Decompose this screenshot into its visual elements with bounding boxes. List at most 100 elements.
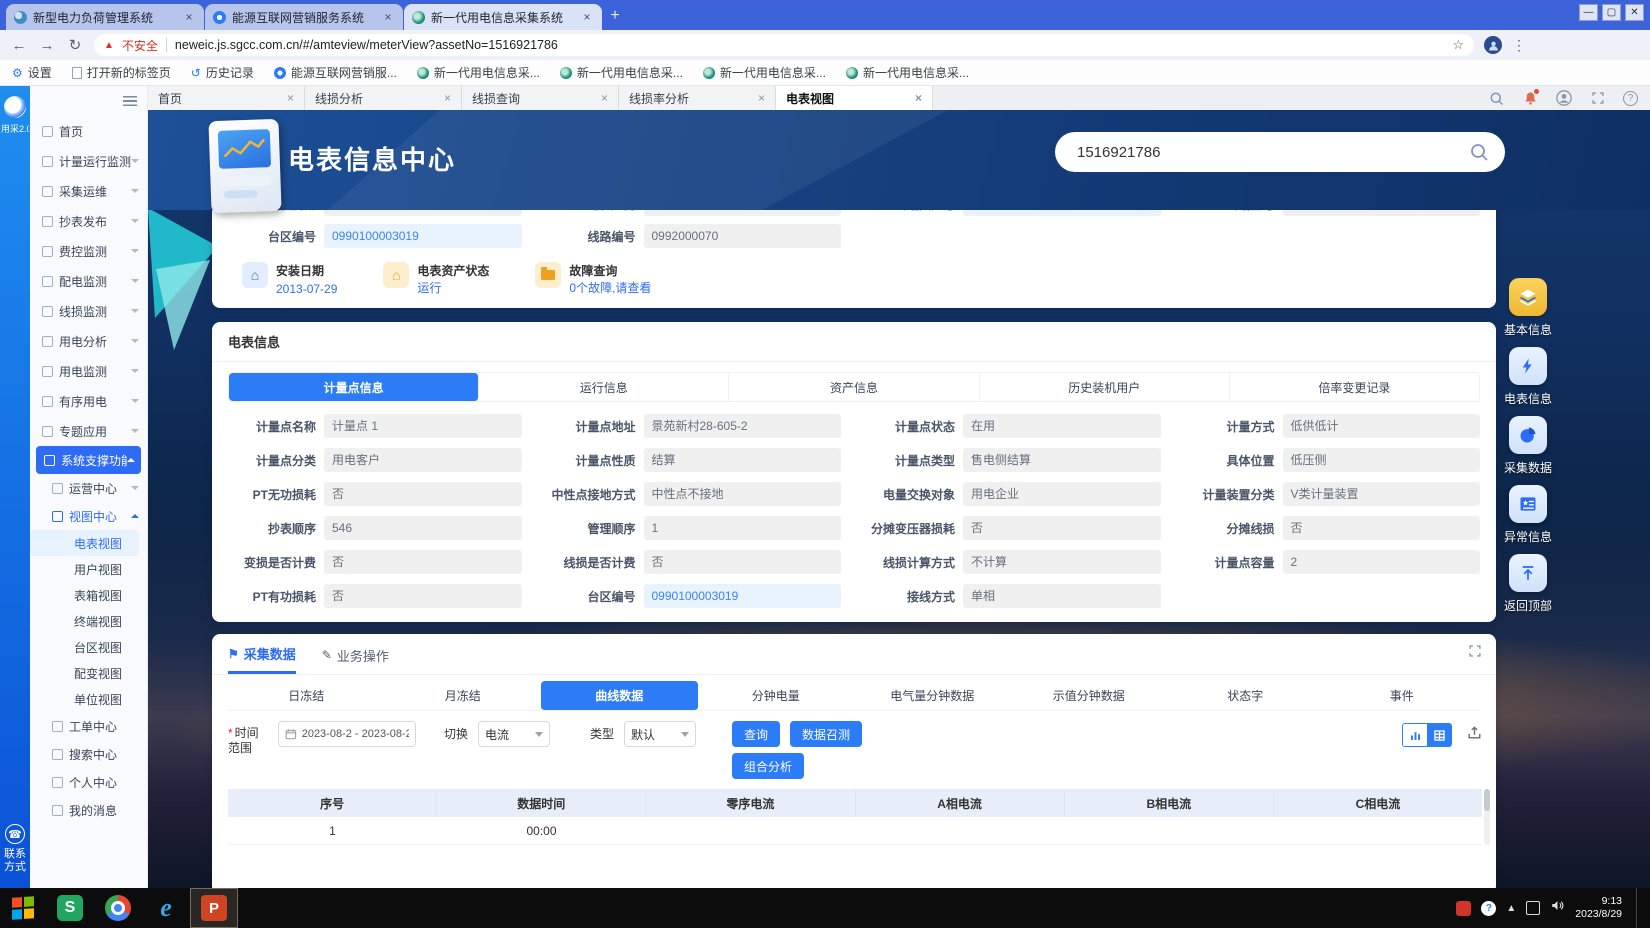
search-icon[interactable] bbox=[1469, 142, 1489, 162]
forward-icon[interactable]: → bbox=[38, 37, 56, 54]
dock-back-to-top-button[interactable] bbox=[1509, 554, 1547, 592]
sidebar-item-search-center[interactable]: 搜索中心 bbox=[30, 740, 147, 768]
type-select[interactable]: 默认 bbox=[624, 721, 696, 747]
bookmark-collect-4[interactable]: 新一代用电信息采... bbox=[846, 64, 969, 81]
date-range-input[interactable]: 2023-08-2 - 2023-08-2 bbox=[278, 721, 416, 747]
query-button[interactable]: 查询 bbox=[732, 721, 780, 747]
search-icon[interactable] bbox=[1487, 89, 1505, 107]
sidebar-item-box-view[interactable]: 表箱视图 bbox=[30, 582, 147, 608]
sidebar-item-meter-view[interactable]: 电表视图 bbox=[30, 530, 139, 556]
workspace-tab-lineloss-rate[interactable]: 线损率分析× bbox=[619, 86, 776, 110]
bell-icon[interactable] bbox=[1521, 89, 1539, 107]
dock-abnormal-info-button[interactable] bbox=[1509, 485, 1547, 523]
close-icon[interactable]: × bbox=[287, 91, 294, 105]
tab-business-ops[interactable]: ✎业务操作 bbox=[322, 646, 389, 673]
sidebar-item-special-apps[interactable]: 专题应用 bbox=[30, 416, 147, 446]
workspace-tab-meter-view[interactable]: 电表视图× bbox=[776, 86, 933, 110]
minimize-button[interactable]: — bbox=[1579, 4, 1598, 21]
sidebar-item-operation-center[interactable]: 运营中心 bbox=[30, 474, 147, 502]
close-icon[interactable]: × bbox=[601, 91, 608, 105]
chart-view-button[interactable] bbox=[1403, 724, 1427, 746]
sidebar-item-usage-analysis[interactable]: 用电分析 bbox=[30, 326, 147, 356]
expand-icon[interactable] bbox=[1468, 644, 1482, 658]
profile-avatar[interactable] bbox=[1484, 36, 1502, 54]
tab-metering-point[interactable]: 计量点信息 bbox=[229, 373, 479, 401]
tab-history-users[interactable]: 历史装机用户 bbox=[980, 373, 1230, 401]
taskbar-ie[interactable]: e bbox=[142, 888, 190, 928]
bookmark-collect-1[interactable]: 新一代用电信息采... bbox=[417, 64, 540, 81]
chip-value[interactable]: 运行 bbox=[417, 279, 489, 296]
chip-value[interactable]: 0个故障,请查看 bbox=[569, 279, 651, 296]
bookmark-newtab[interactable]: 打开新的标签页 bbox=[72, 64, 171, 81]
show-desktop-button[interactable] bbox=[1636, 888, 1642, 928]
close-icon[interactable]: × bbox=[182, 10, 196, 24]
maximize-button[interactable]: ▢ bbox=[1602, 4, 1621, 21]
browser-menu-icon[interactable]: ⋮ bbox=[1512, 37, 1526, 54]
close-icon[interactable]: × bbox=[444, 91, 451, 105]
subtab-status-word[interactable]: 状态字 bbox=[1167, 681, 1324, 711]
bookmark-collect-3[interactable]: 新一代用电信息采... bbox=[703, 64, 826, 81]
subtab-monthly-freeze[interactable]: 月冻结 bbox=[385, 681, 542, 711]
sidebar-item-collect-ops[interactable]: 采集运维 bbox=[30, 176, 147, 206]
bookmark-marketing[interactable]: 能源互联网营销服... bbox=[274, 64, 397, 81]
refresh-icon[interactable]: ↻ bbox=[66, 36, 84, 54]
tray-ime-icon[interactable] bbox=[1526, 901, 1540, 915]
close-icon[interactable]: × bbox=[580, 10, 594, 24]
taskbar-powerpoint-active[interactable]: P bbox=[190, 888, 238, 928]
tray-help-icon[interactable]: ? bbox=[1481, 901, 1496, 916]
sidebar-item-fee-monitor[interactable]: 费控监测 bbox=[30, 236, 147, 266]
subtab-events[interactable]: 事件 bbox=[1324, 681, 1481, 711]
close-icon[interactable]: × bbox=[758, 91, 765, 105]
tray-app-icon[interactable] bbox=[1456, 901, 1471, 916]
close-icon[interactable]: × bbox=[381, 10, 395, 24]
workspace-tab-lineloss-query[interactable]: 线损查询× bbox=[462, 86, 619, 110]
workspace-tab-home[interactable]: 首页× bbox=[148, 86, 305, 110]
start-button[interactable] bbox=[0, 888, 46, 928]
sidebar-item-unit-view[interactable]: 单位视图 bbox=[30, 686, 147, 712]
sidebar-item-usage-monitor[interactable]: 用电监测 bbox=[30, 356, 147, 386]
tab-running-info[interactable]: 运行信息 bbox=[479, 373, 729, 401]
sidebar-item-distribution-monitor[interactable]: 配电监测 bbox=[30, 266, 147, 296]
chip-value[interactable]: 2013-07-29 bbox=[276, 282, 337, 296]
sidebar-item-terminal-view[interactable]: 终端视图 bbox=[30, 608, 147, 634]
sidebar-item-view-center[interactable]: 视图中心 bbox=[30, 502, 147, 530]
bookmark-settings[interactable]: ⚙ 设置 bbox=[12, 64, 52, 81]
bookmark-collect-2[interactable]: 新一代用电信息采... bbox=[560, 64, 683, 81]
scrollbar-thumb[interactable] bbox=[1484, 789, 1490, 811]
sidebar-item-my-messages[interactable]: 我的消息 bbox=[30, 796, 147, 824]
sidebar-item-transformer-view[interactable]: 配变视图 bbox=[30, 660, 147, 686]
dock-basic-info-button[interactable] bbox=[1509, 278, 1547, 316]
tab-ratio-changes[interactable]: 倍率变更记录 bbox=[1230, 373, 1479, 401]
table-view-button[interactable] bbox=[1427, 724, 1451, 746]
subtab-reading-minute[interactable]: 示值分钟数据 bbox=[1011, 681, 1168, 711]
url-field[interactable]: ▲ 不安全 neweic.js.sgcc.com.cn/#/amteview/m… bbox=[94, 34, 1474, 56]
switch-select[interactable]: 电流 bbox=[478, 721, 550, 747]
taskbar-clock[interactable]: 9:13 2023/8/29 bbox=[1575, 895, 1622, 921]
taskbar-chrome[interactable] bbox=[94, 888, 142, 928]
bookmark-star-icon[interactable]: ☆ bbox=[1452, 37, 1464, 53]
bookmark-history[interactable]: ↺ 历史记录 bbox=[191, 64, 254, 81]
workspace-tab-lineloss-analysis[interactable]: 线损分析× bbox=[305, 86, 462, 110]
sidebar-item-personal-center[interactable]: 个人中心 bbox=[30, 768, 147, 796]
url-text[interactable]: neweic.js.sgcc.com.cn/#/amteview/meterVi… bbox=[175, 38, 1444, 52]
close-icon[interactable]: × bbox=[915, 91, 922, 105]
table-scrollbar[interactable] bbox=[1484, 789, 1490, 845]
sidebar-item-station-view[interactable]: 台区视图 bbox=[30, 634, 147, 660]
browser-tab-2[interactable]: 能源互联网营销服务系统 × bbox=[205, 4, 403, 30]
back-icon[interactable]: ← bbox=[10, 37, 28, 54]
dock-meter-info-button[interactable] bbox=[1509, 347, 1547, 385]
export-icon[interactable] bbox=[1467, 725, 1482, 745]
combined-analysis-button[interactable]: 组合分析 bbox=[732, 753, 804, 779]
table-row[interactable]: 1 00:00 bbox=[228, 817, 1482, 845]
sidebar-item-lineloss-monitor[interactable]: 线损监测 bbox=[30, 296, 147, 326]
sidebar-item-home[interactable]: 首页 bbox=[30, 116, 147, 146]
tab-collect-data[interactable]: ⚑采集数据 bbox=[228, 644, 296, 674]
sidebar-item-reading-publish[interactable]: 抄表发布 bbox=[30, 206, 147, 236]
sidebar-item-ordered-usage[interactable]: 有序用电 bbox=[30, 386, 147, 416]
sidebar-item-metering-monitor[interactable]: 计量运行监测 bbox=[30, 146, 147, 176]
tab-asset-info[interactable]: 资产信息 bbox=[729, 373, 979, 401]
contact-widget[interactable]: ☎ 联系方式 bbox=[3, 824, 27, 874]
browser-tab-1[interactable]: 新型电力负荷管理系统 × bbox=[6, 4, 204, 30]
subtab-minute-energy[interactable]: 分钟电量 bbox=[698, 681, 855, 711]
sidebar-collapse[interactable] bbox=[30, 92, 147, 116]
